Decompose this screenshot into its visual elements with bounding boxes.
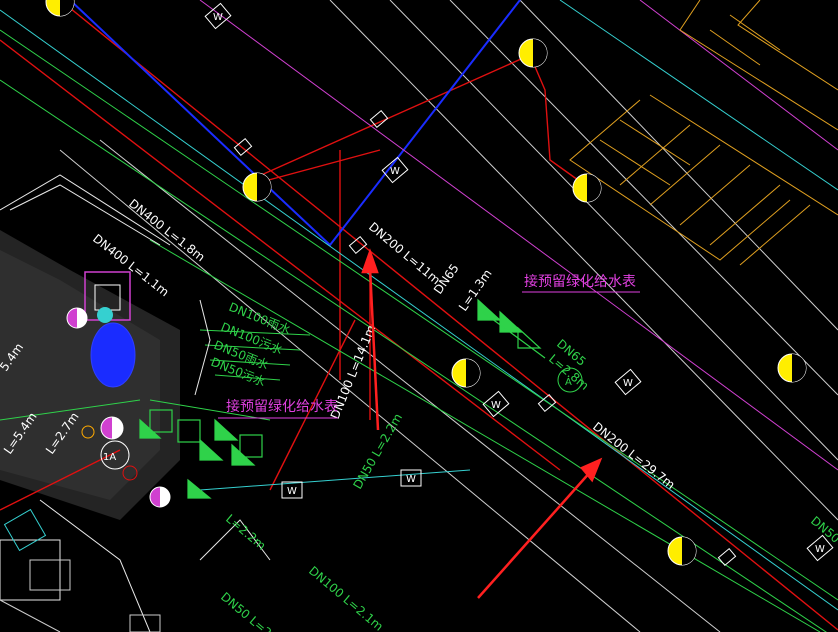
lamp-marker bbox=[451, 358, 481, 388]
w-fitting-label: W bbox=[406, 474, 416, 485]
valve-tag: 1A bbox=[103, 452, 116, 463]
pump-marker bbox=[66, 307, 88, 329]
pump-marker bbox=[100, 416, 124, 440]
w-fitting-label: W bbox=[623, 378, 633, 389]
w-fitting-label: W bbox=[213, 12, 223, 23]
cad-drawing-canvas: W W W W W W W 1A A DN400 L=1.8m DN400 L=… bbox=[0, 0, 838, 632]
lamp-marker bbox=[572, 173, 602, 203]
pump-marker bbox=[149, 486, 171, 508]
w-fitting-label: W bbox=[287, 486, 297, 497]
lamp-marker bbox=[518, 38, 548, 68]
lamp-marker bbox=[777, 353, 807, 383]
reserve-label-lower: 接预留绿化给水表 bbox=[226, 398, 338, 415]
w-fitting-label: W bbox=[815, 544, 825, 555]
lamp-marker bbox=[667, 536, 697, 566]
w-fitting-label: W bbox=[491, 400, 501, 411]
reserve-label-upper: 接预留绿化给水表 bbox=[524, 273, 636, 290]
w-fitting-label: W bbox=[390, 166, 400, 177]
lamp-marker bbox=[242, 172, 272, 202]
